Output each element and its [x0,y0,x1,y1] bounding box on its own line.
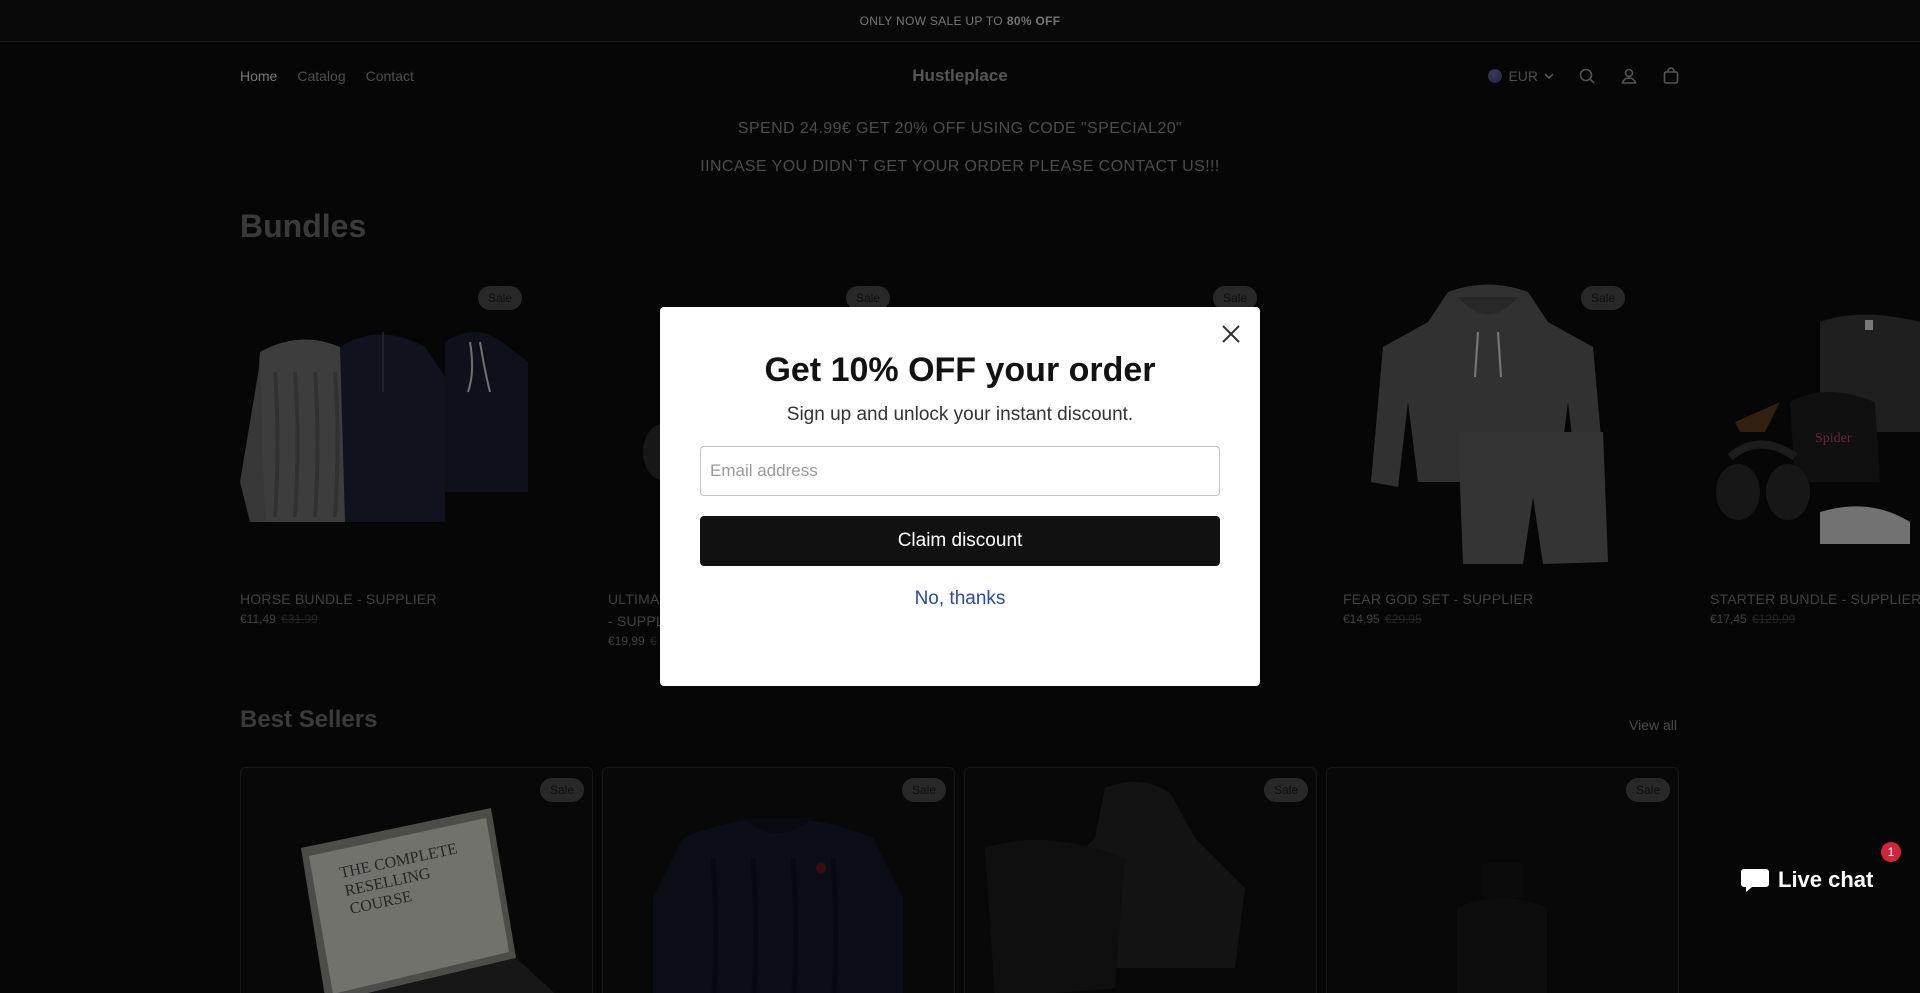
live-chat-label: Live chat [1778,867,1874,892]
discount-popup: Get 10% OFF your order Sign up and unloc… [660,307,1260,686]
popup-subtitle: Sign up and unlock your instant discount… [786,404,1134,425]
live-chat-button[interactable]: Live chat [1740,862,1873,898]
no-thanks-button[interactable]: No, thanks [660,588,1260,610]
email-field[interactable] [700,446,1220,496]
claim-discount-button[interactable]: Claim discount [700,516,1220,566]
popup-title: Get 10% OFF your order [764,351,1156,389]
chat-bubble-icon [1740,866,1770,894]
close-icon[interactable] [1218,321,1244,347]
unread-count-badge: 1 [1881,842,1901,862]
